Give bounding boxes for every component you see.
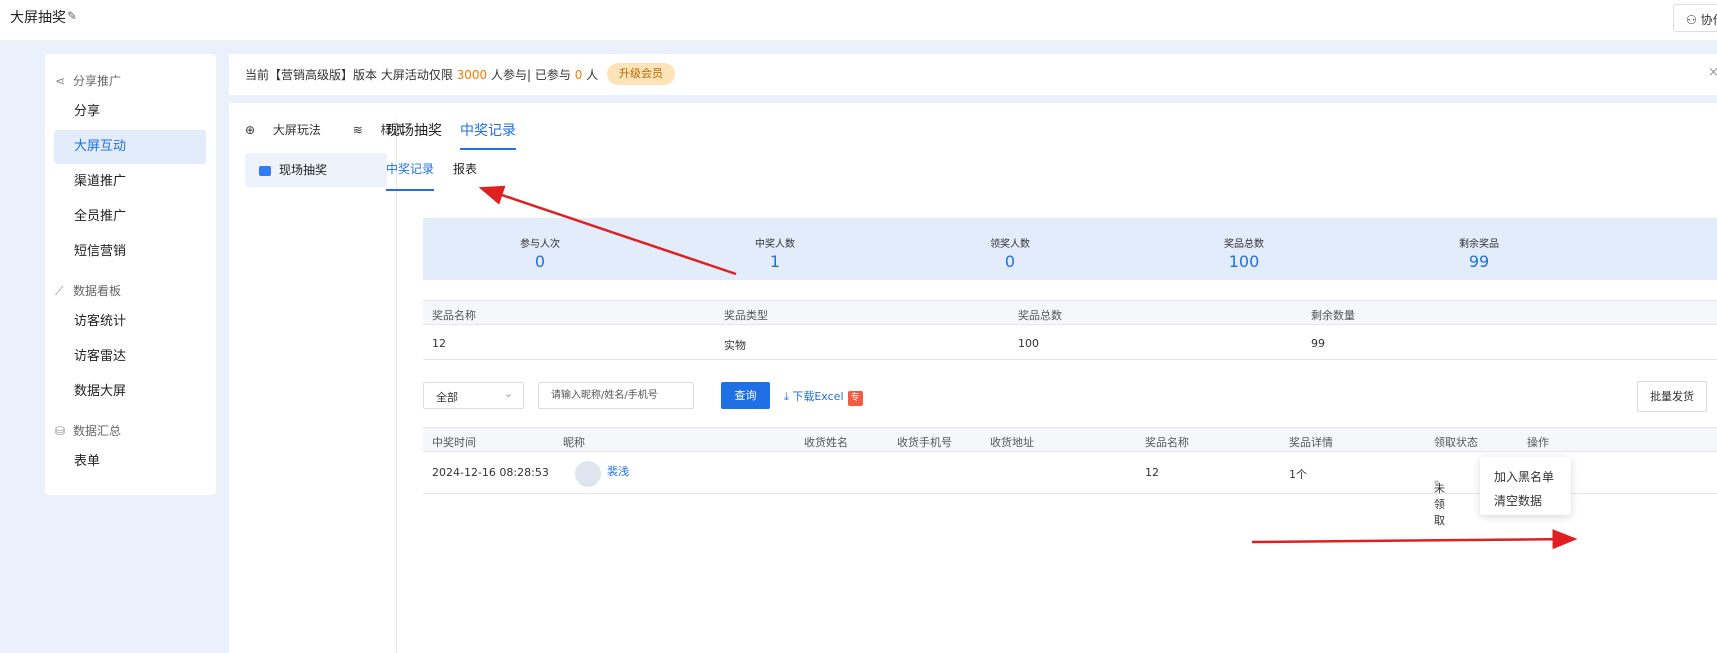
plus-circle-icon: ⊕ [245,123,259,137]
sidebar-item-visitor-radar[interactable]: 访客雷达 [54,340,206,374]
pro-badge: 专 [847,391,863,406]
status-select[interactable]: 全部 ⌄ [423,382,524,409]
gift-icon [259,165,271,176]
menu-item-blacklist[interactable]: 加入黑名单 [1494,468,1554,485]
version-notice: 当前【营销高级版】版本 大屏活动仅限 3000 人参与| 已参与 0 人 升级会… [229,54,1717,95]
subtab-win-records[interactable]: 中奖记录 [386,160,435,191]
sidebar-group-summary: ⛁ 数据汇总 [55,424,122,438]
notice-text: 当前【营销高级版】版本 大屏活动仅限 3000 人参与| 已参与 0 人 [245,68,599,82]
tab-live-lottery[interactable]: 现场抽奖 [386,120,442,148]
table-row: 12 实物 100 99 [423,324,1717,360]
tab-win-records[interactable]: 中奖记录 [460,120,516,150]
sidebar-item-visitor-stats[interactable]: 访客统计 [54,305,206,339]
download-excel-link[interactable]: ⤓ 下载Excel 专 [784,388,863,406]
sidebar-item-data-screen[interactable]: 数据大屏 [54,375,206,409]
divider [396,119,397,653]
avatar [575,461,601,487]
menu-item-clear-data[interactable]: 清空数据 [1494,492,1542,509]
user-icon: ⚇ [1686,13,1701,27]
sidebar-item-staff-promotion[interactable]: 全员推广 [54,200,206,234]
live-lottery-item[interactable]: 现场抽奖 [245,153,387,187]
table-header: 奖品名称 奖品类型 奖品总数 剩余数量 [423,300,1717,324]
more-actions-dropdown: 加入黑名单 清空数据 [1480,457,1571,515]
edit-icon[interactable]: ✎ [67,9,77,23]
chevron-down-icon: ⌄ [503,387,513,400]
batch-ship-button[interactable]: 批量发货 [1637,381,1707,412]
database-icon: ⛁ [55,424,66,438]
subtab-report[interactable]: 报表 [453,160,477,189]
stat-total-prizes: 奖品总数 100 [1224,239,1264,271]
main-panel: ⊕ 大屏玩法 ≋ 样式 现场抽奖 现场抽奖 中奖记录 中奖记录 报表 [229,103,1717,653]
sidebar-item-share[interactable]: 分享 [54,95,206,129]
stat-remaining-prizes: 剩余奖品 99 [1459,239,1499,271]
sidebar-group-share: ⋖ 分享推广 [55,74,122,88]
sidebar-item-sms-marketing[interactable]: 短信营销 [54,235,206,269]
collab-button[interactable]: ⚇ 协作 [1673,4,1717,32]
sidebar-item-channel-promotion[interactable]: 渠道推广 [54,165,206,199]
stat-winners: 中奖人数 1 [755,239,795,271]
top-bar: 大屏抽奖 ✎ ⚇ 协作 [0,0,1717,40]
sidebar: ⋖ 分享推广 分享 大屏互动 渠道推广 全员推广 短信营销 ⟋ 数据看板 访客统计 … [45,54,216,495]
search-input[interactable] [538,382,694,409]
share-icon: ⋖ [55,74,66,88]
sliders-icon: ≋ [352,123,367,137]
stat-participants: 参与人次 0 [520,239,560,271]
upgrade-button[interactable]: 升级会员 [607,63,675,85]
page-title: 大屏抽奖 [10,10,66,26]
table-header: 中奖时间 昵称 收货姓名 收货手机号 收货地址 奖品名称 奖品详情 领取状态 操… [423,427,1717,451]
stats-strip: 参与人次 0 中奖人数 1 领奖人数 0 奖品总数 100 剩余奖品 99 [423,218,1717,280]
chart-icon: ⟋ [55,284,64,298]
query-button[interactable]: 查询 [721,382,770,409]
close-icon[interactable]: × [1708,65,1717,80]
nickname-link[interactable]: 裴浅 [607,463,629,479]
prize-table: 奖品名称 奖品类型 奖品总数 剩余数量 12 实物 100 99 [423,300,1717,360]
sidebar-item-form[interactable]: 表单 [54,445,206,479]
sidebar-group-dashboard: ⟋ 数据看板 [55,284,122,298]
stat-claimed: 领奖人数 0 [990,239,1030,271]
play-mode-button[interactable]: ⊕ 大屏玩法 [245,123,335,137]
sidebar-item-screen-interaction[interactable]: 大屏互动 [54,130,206,164]
